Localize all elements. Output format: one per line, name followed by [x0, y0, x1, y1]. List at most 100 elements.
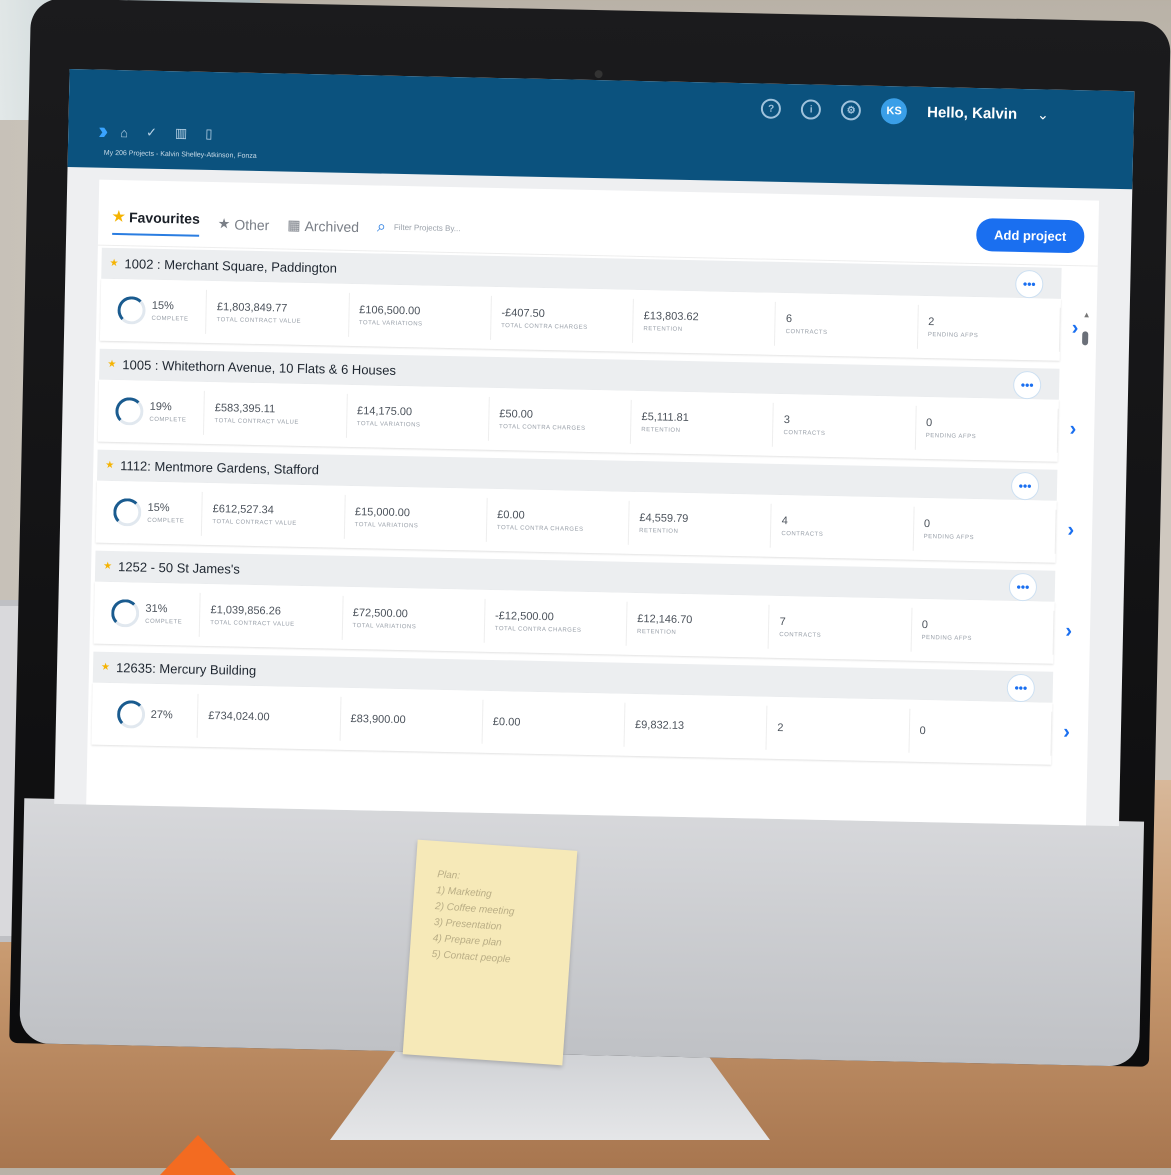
progress-ring-icon — [113, 498, 142, 527]
orange-triangle-decoration — [160, 1135, 236, 1175]
stat-value: £12,146.70 — [637, 613, 693, 627]
stat-value: £9,832.13 — [634, 718, 685, 733]
search-field[interactable]: ⌕ Filter Projects By... — [377, 218, 461, 238]
stat-label: COMPLETE — [149, 416, 187, 424]
project-name: 1252 - 50 St James's — [117, 559, 240, 577]
stat-value: -£12,500.00 — [494, 610, 554, 624]
stat-contract-value: £583,395.11 TOTAL CONTRACT VALUE — [204, 390, 348, 438]
check-icon[interactable]: ✓ — [146, 125, 157, 141]
avatar[interactable]: KS — [880, 98, 908, 125]
stat-value: £4,559.79 — [639, 512, 689, 526]
logo-icon[interactable]: ›› — [98, 118, 103, 146]
chevron-down-icon[interactable]: ⌄ — [1037, 106, 1049, 123]
tab-archived[interactable]: ▦ Archived — [287, 217, 359, 235]
greeting: Hello, Kalvin — [926, 103, 1018, 123]
add-project-button[interactable]: Add project — [975, 218, 1085, 254]
stat-value: 15% — [151, 299, 174, 313]
stat-label: CONTRACTS — [779, 631, 822, 639]
stat-value: £1,803,849.77 — [216, 301, 288, 315]
chevron-right-icon[interactable]: › — [1071, 317, 1078, 340]
stat-value: £734,024.00 — [208, 710, 270, 724]
stat-value: £15,000.00 — [354, 506, 411, 520]
stat-contra: £50.00 TOTAL CONTRA CHARGES — [488, 396, 632, 444]
stat-value: £5,111.81 — [641, 411, 689, 425]
star-icon: ★ — [100, 661, 111, 673]
stat-value: £72,500.00 — [352, 607, 408, 621]
chevron-right-icon[interactable]: › — [1063, 721, 1070, 744]
monitor-chin — [19, 798, 1145, 1067]
scroll-up-icon[interactable]: ▲ — [1083, 310, 1091, 319]
stat-value: £0.00 — [497, 509, 525, 522]
stat-value: £106,500.00 — [359, 304, 421, 318]
stat-label: TOTAL CONTRACT VALUE — [214, 418, 299, 426]
stat-label: TOTAL VARIATIONS — [358, 320, 423, 328]
tab-label: Other — [234, 215, 270, 233]
stat-retention: £9,832.13 — [624, 702, 768, 750]
stat-pending: 0 — [909, 708, 1053, 756]
stat-pending: 2 PENDING AFPS — [917, 304, 1061, 352]
stat-value: 6 — [785, 313, 793, 326]
stat-label: TOTAL CONTRA CHARGES — [494, 626, 582, 634]
project-name: 12635: Mercury Building — [115, 660, 257, 679]
help-icon[interactable]: ? — [760, 98, 782, 119]
chevron-right-icon[interactable]: › — [1067, 519, 1074, 542]
tab-label: Archived — [304, 217, 360, 235]
stat-value: -£407.50 — [501, 307, 545, 321]
stat-value: 19% — [149, 400, 172, 414]
stat-complete: 15% COMPLETE — [95, 489, 204, 536]
list-item: ★ 12635: Mercury Building 27% £734,024.00… — [91, 651, 1070, 765]
stat-complete: 31% COMPLETE — [93, 590, 201, 637]
stat-label: TOTAL CONTRA CHARGES — [501, 323, 588, 331]
stat-pending: 0 PENDING AFPS — [913, 506, 1057, 554]
star-icon: ★ — [112, 207, 126, 225]
stat-label: RETENTION — [643, 326, 683, 333]
chevron-right-icon[interactable]: › — [1065, 620, 1072, 643]
document-icon[interactable]: ▯ — [205, 126, 212, 142]
stat-value: 2 — [928, 316, 935, 329]
stat-label: TOTAL CONTRA CHARGES — [496, 525, 584, 533]
list-item: ★ 1112: Mentmore Gardens, Stafford 15% COM… — [95, 449, 1074, 563]
stat-label: PENDING AFPS — [927, 332, 979, 340]
stat-label: CONTRACTS — [783, 430, 826, 437]
tab-label: Favourites — [128, 208, 201, 227]
stat-value: 0 — [921, 618, 929, 632]
stat-value: 15% — [147, 501, 170, 515]
stat-contracts: 4 CONTRACTS — [771, 503, 915, 551]
settings-icon[interactable]: ⚙ — [840, 100, 862, 121]
stat-value: £50.00 — [499, 408, 534, 421]
stat-value: 2 — [777, 721, 784, 735]
stat-contract-value: £612,527.34 TOTAL CONTRACT VALUE — [202, 491, 346, 539]
stat-complete: 19% COMPLETE — [97, 388, 206, 435]
scrollbar[interactable]: ▲ — [1071, 310, 1091, 826]
stat-contracts: 3 CONTRACTS — [773, 402, 917, 450]
stat-label: TOTAL VARIATIONS — [352, 623, 417, 631]
stat-variations: £83,900.00 — [340, 696, 484, 744]
stat-variations: £15,000.00 TOTAL VARIATIONS — [344, 494, 488, 542]
home-icon[interactable]: ⌂ — [120, 125, 128, 140]
tab-other[interactable]: ★ Other — [218, 215, 270, 233]
stat-contracts: 6 CONTRACTS — [775, 301, 919, 349]
progress-ring-icon — [117, 296, 146, 325]
screen: ? i ⚙ KS Hello, Kalvin ⌄ ›› ⌂ ✓ ▥ ▯ My 2… — [54, 68, 1135, 827]
chart-icon[interactable]: ▥ — [175, 125, 188, 141]
scroll-thumb[interactable] — [1082, 331, 1089, 346]
camera-icon — [594, 69, 603, 79]
stat-value: 4 — [781, 515, 788, 528]
star-icon: ★ — [105, 459, 115, 472]
stat-label: TOTAL CONTRACT VALUE — [216, 317, 302, 325]
stat-label: CONTRACTS — [781, 531, 824, 538]
info-icon[interactable]: i — [800, 99, 822, 120]
top-bar: ? i ⚙ KS Hello, Kalvin ⌄ ›› ⌂ ✓ ▥ ▯ My 2… — [67, 68, 1135, 190]
stat-value: £0.00 — [492, 716, 521, 729]
chevron-right-icon[interactable]: › — [1069, 418, 1076, 441]
stat-contra: -£407.50 TOTAL CONTRA CHARGES — [490, 295, 635, 343]
stat-value: 0 — [923, 517, 931, 531]
stat-value: 31% — [145, 602, 168, 616]
stat-label: CONTRACTS — [785, 329, 828, 336]
stat-value: 3 — [783, 414, 791, 427]
project-list: ★ 1002 : Merchant Square, Paddington 15% C… — [91, 247, 1079, 773]
stat-value: 27% — [150, 708, 173, 722]
tab-favourites[interactable]: ★ Favourites — [112, 207, 201, 237]
stat-label: PENDING AFPS — [923, 533, 975, 542]
project-name: 1002 : Merchant Square, Paddington — [124, 256, 338, 276]
